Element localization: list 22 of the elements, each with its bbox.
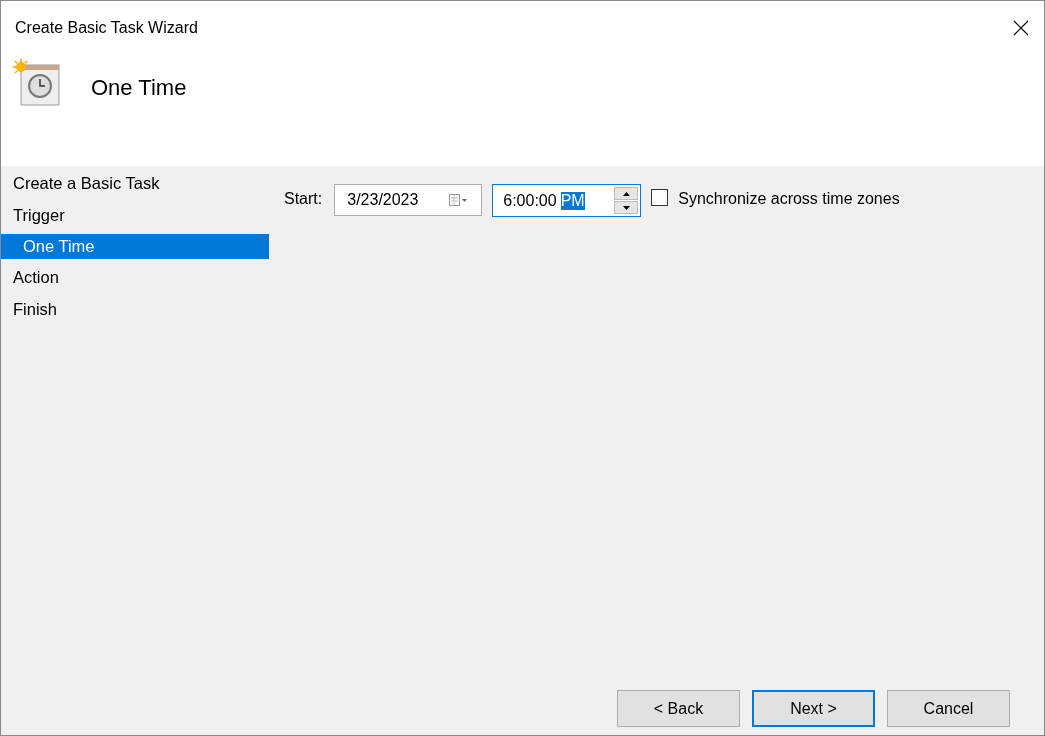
date-picker[interactable]: 3/23/2023 [334, 184, 483, 216]
spin-up-button[interactable] [614, 187, 639, 200]
wizard-step[interactable]: Create a Basic Task [1, 168, 269, 200]
page-heading: One Time [91, 75, 187, 101]
checkbox[interactable] [651, 189, 669, 206]
wizard-step[interactable]: Trigger [1, 199, 269, 231]
wizard-button[interactable]: Next > [752, 690, 875, 727]
checkbox-label: Synchronize across time zones [678, 190, 900, 208]
start-label: Start: [284, 190, 323, 208]
calendar-clock-icon [13, 59, 61, 107]
wizard-step[interactable]: Finish [1, 293, 269, 325]
wizard-button[interactable]: < Back [617, 690, 740, 727]
wizard-step[interactable]: One Time [1, 234, 269, 259]
down-arrow-icon [622, 205, 630, 210]
time-field[interactable]: 6:00:00 PM [492, 184, 642, 217]
wizard-step[interactable]: Action [1, 262, 269, 294]
wizard-button[interactable]: Cancel [887, 690, 1010, 727]
calendar-dropdown-icon [449, 194, 470, 206]
window-title: Create Basic Task Wizard [15, 19, 198, 37]
close-icon [1013, 20, 1029, 36]
up-arrow-icon [622, 191, 630, 196]
spin-down-button[interactable] [614, 201, 639, 214]
